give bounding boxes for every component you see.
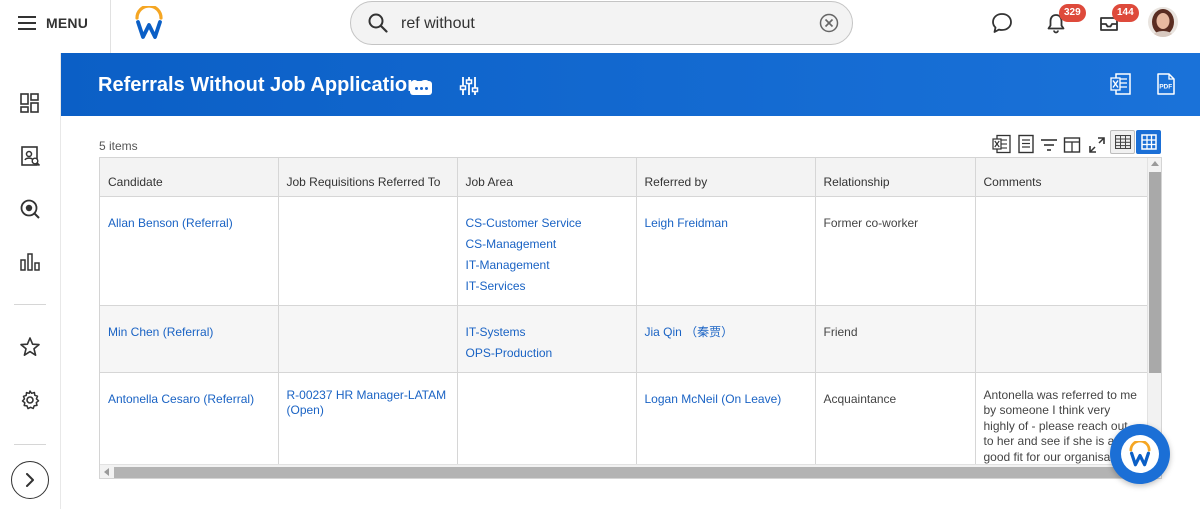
scrollbar-thumb[interactable] (114, 467, 1147, 478)
rail-divider (14, 304, 46, 305)
cell-referred-by: Jia Qin （秦贾） (636, 305, 816, 373)
dashboard-icon[interactable] (19, 92, 41, 114)
vertical-scrollbar[interactable] (1147, 158, 1161, 464)
referrals-table: Candidate Job Requisitions Referred To J… (100, 158, 1149, 478)
tune-icon[interactable] (458, 75, 480, 97)
top-bar: MENU 329 144 (0, 0, 1200, 53)
avatar[interactable] (1148, 7, 1178, 37)
assistant-button[interactable] (1110, 424, 1170, 484)
cell-relationship: Acquaintance (815, 372, 976, 478)
inbox-badge: 144 (1112, 4, 1139, 22)
print-icon[interactable] (1017, 134, 1035, 154)
candidate-link[interactable]: Antonella Cesaro (Referral) (108, 389, 270, 410)
table-row: Min Chen (Referral) IT-Systems OPS-Produ… (100, 305, 1149, 373)
cell-comments (975, 196, 1149, 306)
job-area-link[interactable]: CS-Customer Service (466, 213, 628, 234)
cell-candidate: Antonella Cesaro (Referral) (100, 372, 279, 478)
cell-candidate: Allan Benson (Referral) (100, 196, 279, 306)
cell-relationship: Friend (815, 305, 976, 373)
rail-divider (14, 444, 46, 445)
search-box[interactable] (350, 1, 853, 45)
column-header-job-area[interactable]: Job Area (457, 158, 637, 197)
export-excel-icon[interactable] (992, 134, 1012, 154)
workday-assistant-icon (1129, 441, 1151, 467)
job-area-link[interactable]: CS-Management (466, 234, 628, 255)
cell-requisition (278, 196, 458, 306)
menu-divider (110, 0, 111, 53)
star-icon[interactable] (19, 336, 41, 358)
candidate-link[interactable]: Min Chen (Referral) (108, 322, 270, 343)
items-count: 5 items (99, 139, 138, 153)
search-report-icon[interactable] (19, 198, 41, 220)
table-view-button[interactable] (1110, 130, 1135, 154)
expand-rail-button[interactable] (11, 461, 49, 499)
scroll-left-arrow[interactable] (104, 468, 109, 476)
referrer-link[interactable]: Jia Qin （秦贾） (645, 322, 807, 343)
candidate-link[interactable]: Allan Benson (Referral) (108, 213, 270, 234)
search-icon (368, 13, 388, 33)
gear-icon[interactable] (19, 389, 41, 411)
job-area-link[interactable]: IT-Services (466, 276, 628, 297)
menu-label: MENU (46, 15, 89, 31)
fullscreen-icon[interactable] (1088, 136, 1106, 154)
scroll-up-arrow[interactable] (1151, 161, 1159, 166)
requisition-link[interactable]: R-00237 HR Manager-LATAM (Open) (287, 388, 449, 419)
svg-text:PDF: PDF (1159, 84, 1172, 91)
page-title: Referrals Without Job Applications (98, 74, 431, 96)
grid-view-button[interactable] (1136, 130, 1161, 154)
columns-icon[interactable] (1063, 136, 1081, 154)
column-header-candidate[interactable]: Candidate (100, 158, 279, 197)
column-header-requisition[interactable]: Job Requisitions Referred To (278, 158, 458, 197)
profile-icon[interactable] (19, 145, 41, 167)
more-icon (414, 86, 418, 90)
filter-icon[interactable] (1040, 137, 1058, 153)
menu-button[interactable]: MENU (18, 12, 88, 34)
search-input[interactable] (401, 12, 801, 36)
pdf-icon[interactable]: PDF (1155, 72, 1177, 96)
notifications-badge: 329 (1059, 4, 1086, 22)
excel-icon[interactable] (1110, 72, 1132, 96)
data-grid: Candidate Job Requisitions Referred To J… (99, 157, 1162, 479)
chevron-right-icon (26, 473, 34, 487)
cell-referred-by: Logan McNeil (On Leave) (636, 372, 816, 478)
inbox-button[interactable]: 144 (1098, 4, 1139, 34)
left-rail (0, 53, 61, 509)
grid-view-icon (1140, 134, 1157, 150)
column-header-comments[interactable]: Comments (975, 158, 1149, 197)
more-button[interactable] (410, 81, 432, 95)
table-header-row: Candidate Job Requisitions Referred To J… (100, 158, 1149, 197)
clear-icon[interactable] (819, 13, 839, 33)
hamburger-icon (18, 16, 36, 30)
cell-referred-by: Leigh Freidman (636, 196, 816, 306)
cell-job-area (457, 372, 637, 478)
job-area-link[interactable]: IT-Systems (466, 322, 628, 343)
report-header: Referrals Without Job Applications PDF (61, 53, 1200, 116)
job-area-link[interactable]: IT-Management (466, 255, 628, 276)
notifications-button[interactable]: 329 (1045, 4, 1086, 34)
cell-job-area: CS-Customer Service CS-Management IT-Man… (457, 196, 637, 306)
cell-job-area: IT-Systems OPS-Production (457, 305, 637, 373)
horizontal-scrollbar[interactable] (100, 464, 1147, 478)
referrer-link[interactable]: Leigh Freidman (645, 213, 807, 234)
referrer-link[interactable]: Logan McNeil (On Leave) (645, 389, 807, 410)
workday-logo[interactable] (134, 6, 164, 40)
cell-comments (975, 305, 1149, 373)
table-view-icon (1114, 135, 1131, 149)
scrollbar-thumb[interactable] (1149, 172, 1161, 373)
cell-requisition (278, 305, 458, 373)
table-row: Antonella Cesaro (Referral) R-00237 HR M… (100, 372, 1149, 478)
cell-candidate: Min Chen (Referral) (100, 305, 279, 373)
table-row: Allan Benson (Referral) CS-Customer Serv… (100, 196, 1149, 306)
column-header-relationship[interactable]: Relationship (815, 158, 976, 197)
cell-relationship: Former co-worker (815, 196, 976, 306)
column-header-referred-by[interactable]: Referred by (636, 158, 816, 197)
chart-icon[interactable] (19, 251, 41, 273)
chat-icon[interactable] (991, 12, 1013, 34)
job-area-link[interactable]: OPS-Production (466, 343, 628, 364)
cell-requisition: R-00237 HR Manager-LATAM (Open) (278, 372, 458, 478)
